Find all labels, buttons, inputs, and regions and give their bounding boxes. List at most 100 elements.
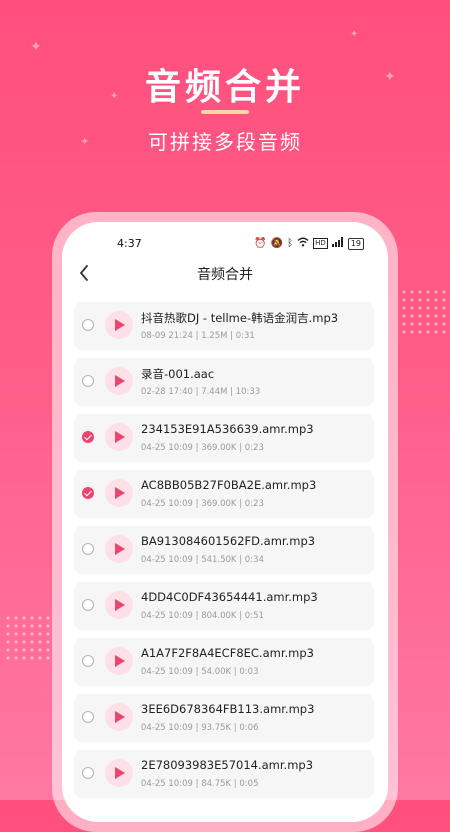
file-duration: 0:34 bbox=[244, 555, 264, 565]
meta-separator: | bbox=[192, 723, 202, 733]
file-date: 04-25 10:09 bbox=[141, 667, 193, 677]
file-row[interactable]: BA913084601562FD.amr.mp3 04-25 10:09 | 54… bbox=[74, 526, 374, 574]
play-icon bbox=[115, 431, 125, 443]
wifi-icon bbox=[297, 237, 309, 250]
file-meta: 04-25 10:09 | 93.75K | 0:06 bbox=[141, 723, 258, 733]
meta-separator: | bbox=[192, 387, 202, 397]
play-icon bbox=[115, 375, 125, 387]
play-button[interactable] bbox=[105, 423, 133, 451]
file-duration: 10:33 bbox=[235, 387, 261, 397]
file-meta: 02-28 17:40 | 7.44M | 10:33 bbox=[141, 387, 260, 397]
file-row[interactable]: 4DD4C0DF43654441.amr.mp3 04-25 10:09 | 80… bbox=[74, 582, 374, 630]
play-icon bbox=[115, 655, 125, 667]
meta-separator: | bbox=[236, 499, 245, 509]
play-button[interactable] bbox=[105, 479, 133, 507]
file-row[interactable]: 抖音热歌DJ - tellme-韩语金润吉.mp3 08-09 21:24 | 1… bbox=[74, 302, 374, 350]
radio-icon[interactable] bbox=[82, 543, 94, 555]
radio-icon[interactable] bbox=[82, 767, 94, 779]
file-size: 369.00K bbox=[201, 499, 237, 509]
file-size: 54.00K bbox=[201, 667, 232, 677]
file-size: 93.75K bbox=[201, 723, 232, 733]
phone-screen: 4:37 ⏰ 🔕 ᛒ HD 19 音频合并 抖音热歌DJ - tellme-韩语… bbox=[62, 222, 388, 822]
radio-icon[interactable] bbox=[82, 711, 94, 723]
meta-separator: | bbox=[236, 611, 245, 621]
file-duration: 0:51 bbox=[244, 611, 264, 621]
play-icon bbox=[115, 599, 125, 611]
play-button[interactable] bbox=[105, 703, 133, 731]
file-size: 541.50K bbox=[201, 555, 237, 565]
file-name: 录音-001.aac bbox=[141, 367, 215, 381]
radio-icon[interactable] bbox=[82, 655, 94, 667]
file-duration: 0:23 bbox=[244, 499, 264, 509]
promo-title: 音频合并 bbox=[144, 67, 305, 108]
file-meta: 04-25 10:09 | 84.75K | 0:05 bbox=[141, 779, 258, 789]
checked-radio-icon[interactable] bbox=[82, 487, 94, 499]
file-date: 04-25 10:09 bbox=[141, 443, 193, 453]
play-button[interactable] bbox=[105, 535, 133, 563]
file-duration: 0:31 bbox=[235, 331, 255, 341]
page-title: 音频合并 bbox=[197, 267, 253, 283]
meta-separator: | bbox=[192, 555, 202, 565]
meta-separator: | bbox=[236, 555, 245, 565]
file-size: 7.44M bbox=[201, 387, 228, 397]
nav-bar: 音频合并 bbox=[62, 258, 388, 288]
radio-icon[interactable] bbox=[82, 599, 94, 611]
play-button[interactable] bbox=[105, 367, 133, 395]
file-duration: 0:03 bbox=[239, 667, 259, 677]
play-icon bbox=[115, 767, 125, 779]
file-name: 3EE6D678364FB113.amr.mp3 bbox=[141, 702, 315, 716]
file-name: 2E78093983E57014.amr.mp3 bbox=[141, 758, 314, 772]
file-name: 抖音热歌DJ - tellme-韩语金润吉.mp3 bbox=[141, 311, 339, 325]
file-size: 369.00K bbox=[201, 443, 237, 453]
file-row[interactable]: 3EE6D678364FB113.amr.mp3 04-25 10:09 | 93… bbox=[74, 694, 374, 742]
file-row[interactable]: 录音-001.aac 02-28 17:40 | 7.44M | 10:33 bbox=[74, 358, 374, 406]
file-size: 804.00K bbox=[201, 611, 237, 621]
file-date: 04-25 10:09 bbox=[141, 499, 193, 509]
file-meta: 04-25 10:09 | 369.00K | 0:23 bbox=[141, 443, 264, 453]
file-meta: 04-25 10:09 | 804.00K | 0:51 bbox=[141, 611, 264, 621]
play-button[interactable] bbox=[105, 647, 133, 675]
file-name: A1A7F2F8A4ECF8EC.amr.mp3 bbox=[141, 646, 314, 660]
signal-icon bbox=[331, 237, 344, 250]
meta-separator: | bbox=[192, 667, 202, 677]
meta-separator: | bbox=[192, 779, 202, 789]
file-size: 1.25M bbox=[201, 331, 228, 341]
file-date: 04-25 10:09 bbox=[141, 779, 193, 789]
file-date: 04-25 10:09 bbox=[141, 723, 193, 733]
dot-pattern bbox=[4, 614, 52, 662]
promo-subtitle: 可拼接多段音频 bbox=[148, 130, 302, 154]
radio-icon[interactable] bbox=[82, 375, 94, 387]
file-duration: 0:06 bbox=[239, 723, 259, 733]
file-date: 08-09 21:24 bbox=[141, 331, 193, 341]
bluetooth-icon: ᛒ bbox=[287, 238, 294, 249]
file-meta: 04-25 10:09 | 541.50K | 0:34 bbox=[141, 555, 264, 565]
file-row[interactable]: 234153E91A536639.amr.mp3 04-25 10:09 | 36… bbox=[74, 414, 374, 462]
file-meta: 04-25 10:09 | 369.00K | 0:23 bbox=[141, 499, 264, 509]
alarm-icon: ⏰ bbox=[254, 238, 267, 249]
file-date: 04-25 10:09 bbox=[141, 611, 193, 621]
file-duration: 0:23 bbox=[244, 443, 264, 453]
meta-separator: | bbox=[192, 443, 202, 453]
sparkle-icon: ✦ bbox=[350, 29, 359, 40]
play-button[interactable] bbox=[105, 759, 133, 787]
file-meta: 04-25 10:09 | 54.00K | 0:03 bbox=[141, 667, 258, 677]
mute-icon: 🔕 bbox=[270, 238, 284, 249]
file-date: 02-28 17:40 bbox=[141, 387, 193, 397]
file-name: BA913084601562FD.amr.mp3 bbox=[141, 534, 316, 548]
file-row[interactable]: A1A7F2F8A4ECF8EC.amr.mp3 04-25 10:09 | 54… bbox=[74, 638, 374, 686]
dot-pattern bbox=[400, 288, 448, 336]
file-name: 4DD4C0DF43654441.amr.mp3 bbox=[141, 590, 318, 604]
file-row[interactable]: 2E78093983E57014.amr.mp3 04-25 10:09 | 84… bbox=[74, 750, 374, 798]
play-icon bbox=[115, 487, 125, 499]
battery-icon: 19 bbox=[347, 237, 364, 250]
radio-icon[interactable] bbox=[82, 319, 94, 331]
file-meta: 08-09 21:24 | 1.25M | 0:31 bbox=[141, 331, 255, 341]
hd-icon: HD bbox=[313, 238, 328, 249]
checked-radio-icon[interactable] bbox=[82, 431, 94, 443]
status-bar: 4:37 ⏰ 🔕 ᛒ HD 19 bbox=[62, 236, 388, 252]
play-icon bbox=[115, 543, 125, 555]
play-button[interactable] bbox=[105, 591, 133, 619]
play-button[interactable] bbox=[105, 311, 133, 339]
file-row[interactable]: AC8BB05B27F0BA2E.amr.mp3 04-25 10:09 | 36… bbox=[74, 470, 374, 518]
file-date: 04-25 10:09 bbox=[141, 555, 193, 565]
